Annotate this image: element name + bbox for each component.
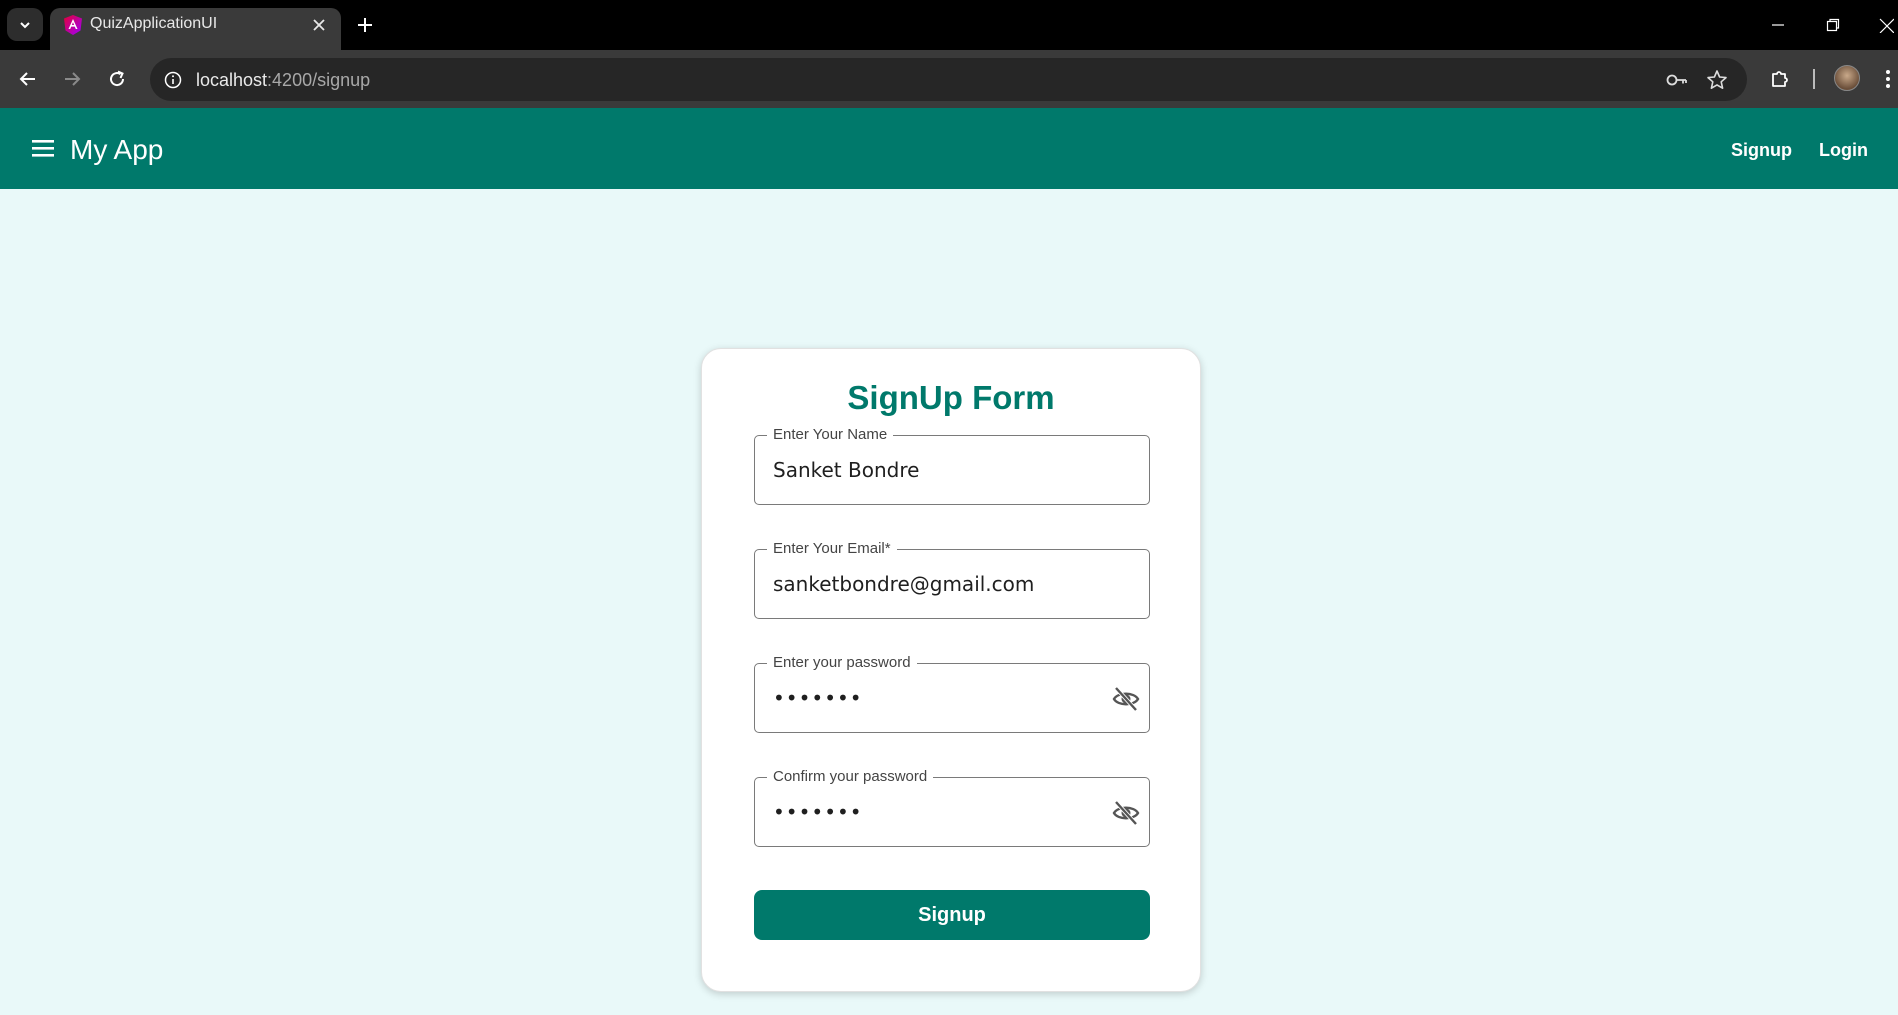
info-icon: [164, 71, 182, 89]
plus-icon: [358, 18, 372, 32]
password-input[interactable]: •••••••: [773, 686, 863, 710]
nav-signup-link[interactable]: Signup: [1731, 140, 1792, 161]
bookmark-button[interactable]: [1704, 67, 1730, 93]
confirm-password-field-label: Confirm your password: [767, 768, 934, 785]
profile-avatar[interactable]: [1834, 65, 1860, 91]
form-title: SignUp Form: [847, 379, 1055, 416]
close-icon: [313, 19, 325, 31]
password-manager-button[interactable]: [1664, 67, 1690, 93]
email-field[interactable]: Enter Your Email* sanketbondre@gmail.com: [754, 540, 1150, 619]
url-text[interactable]: localhost:4200/signup: [196, 70, 370, 91]
password-field[interactable]: Enter your password •••••••: [754, 654, 1150, 733]
browser-tab[interactable]: QuizApplicationUI: [50, 8, 341, 50]
minimize-icon: [1772, 24, 1784, 26]
forward-icon: [65, 72, 81, 86]
browser-toolbar: localhost:4200/signup: [0, 50, 1898, 108]
back-icon: [19, 72, 35, 86]
email-input[interactable]: sanketbondre@gmail.com: [773, 572, 1103, 596]
password-visibility-toggle[interactable]: [1111, 684, 1141, 714]
confirm-password-field[interactable]: Confirm your password •••••••: [754, 768, 1150, 847]
signup-submit-button[interactable]: Signup: [754, 890, 1150, 940]
tab-search-button[interactable]: [7, 8, 43, 41]
forward-button[interactable]: [57, 64, 87, 94]
new-tab-button[interactable]: [352, 12, 378, 38]
nav-login-link[interactable]: Login: [1819, 140, 1868, 161]
menu-icon[interactable]: [30, 138, 56, 160]
star-icon: [1707, 70, 1727, 89]
confirm-password-visibility-toggle[interactable]: [1111, 798, 1141, 828]
browser-menu-button[interactable]: [1878, 64, 1898, 94]
name-field-label: Enter Your Name: [767, 426, 894, 443]
email-field-label: Enter Your Email*: [767, 540, 897, 557]
eye-off-icon: [1112, 686, 1140, 712]
tab-close-button[interactable]: [307, 13, 331, 37]
reload-button[interactable]: [102, 64, 132, 94]
password-field-label: Enter your password: [767, 654, 917, 671]
name-input[interactable]: Sanket Bondre: [773, 458, 1103, 482]
extensions-icon: [1772, 71, 1788, 87]
close-icon: [1879, 18, 1894, 33]
extensions-button[interactable]: [1765, 64, 1795, 94]
address-bar[interactable]: localhost:4200/signup: [150, 58, 1747, 101]
app-header: My App Signup Login: [0, 108, 1898, 189]
restore-button[interactable]: [1818, 10, 1848, 40]
tab-title: QuizApplicationUI: [90, 15, 218, 32]
url-host: localhost: [196, 70, 268, 90]
chevron-down-icon: [20, 21, 30, 28]
minimize-button[interactable]: [1763, 10, 1793, 40]
key-icon: [1666, 74, 1687, 86]
signup-card: SignUp Form Enter Your Name Sanket Bondr…: [701, 348, 1201, 992]
site-info-button[interactable]: [160, 67, 186, 93]
restore-icon: [1826, 18, 1840, 32]
confirm-password-input[interactable]: •••••••: [773, 800, 863, 824]
back-button[interactable]: [13, 64, 43, 94]
reload-icon: [110, 70, 125, 87]
app-title: My App: [70, 134, 164, 165]
close-window-button[interactable]: [1874, 10, 1898, 40]
url-path: :4200/signup: [267, 70, 371, 90]
angular-favicon-icon: [64, 15, 82, 35]
browser-tab-bar: QuizApplicationUI: [0, 0, 1898, 50]
name-field[interactable]: Enter Your Name Sanket Bondre: [754, 426, 1150, 505]
toolbar-divider: [1813, 69, 1815, 89]
eye-off-icon: [1112, 800, 1140, 826]
more-vert-icon: [1886, 70, 1890, 88]
